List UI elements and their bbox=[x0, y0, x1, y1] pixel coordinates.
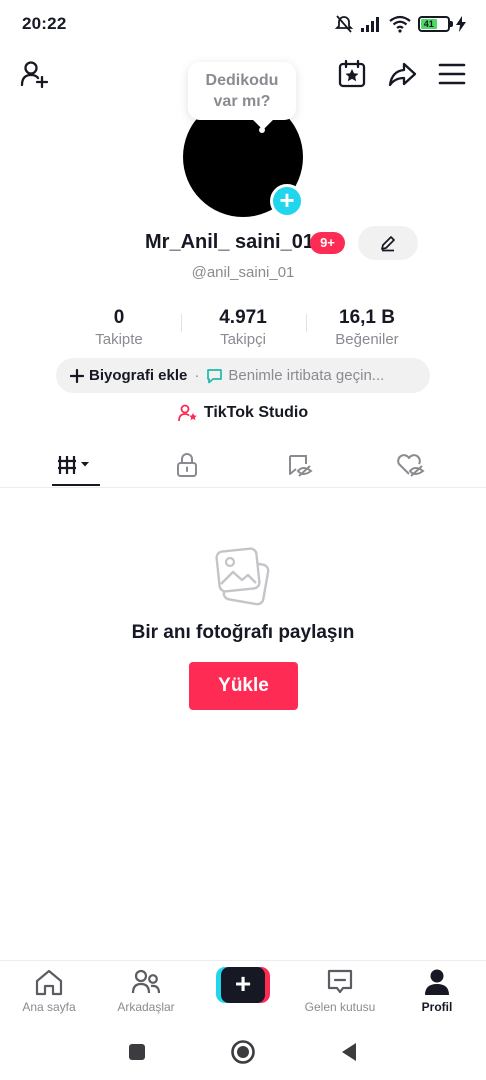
stat-label: Takipçi bbox=[220, 331, 266, 348]
menu-icon bbox=[438, 63, 466, 85]
inbox-icon bbox=[327, 969, 353, 994]
back-triangle-icon bbox=[342, 1043, 356, 1061]
system-nav-bar bbox=[0, 1024, 486, 1080]
battery-icon: 41 bbox=[418, 16, 453, 32]
plus-icon: + bbox=[279, 185, 295, 215]
mute-icon bbox=[334, 15, 354, 33]
share-profile-button[interactable] bbox=[386, 58, 418, 90]
nav-label: Arkadaşlar bbox=[117, 1000, 175, 1014]
creator-calendar-button[interactable] bbox=[336, 58, 368, 90]
charging-icon bbox=[456, 16, 466, 32]
stat-label: Beğeniler bbox=[335, 331, 399, 348]
grid-icon bbox=[58, 456, 89, 474]
tab-liked[interactable] bbox=[380, 448, 440, 482]
nav-home[interactable]: Ana sayfa bbox=[4, 967, 94, 1014]
add-friend-icon bbox=[20, 61, 49, 89]
nav-label: Profil bbox=[421, 1000, 453, 1014]
status-bar: 20:22 41 bbox=[0, 0, 486, 48]
stat-value: 16,1 B bbox=[339, 307, 395, 328]
create-button[interactable]: + bbox=[216, 967, 270, 1003]
nav-friends[interactable]: Arkadaşlar bbox=[101, 967, 191, 1014]
contact-label: Benimle irtibata geçin... bbox=[228, 367, 385, 384]
calendar-star-icon bbox=[338, 59, 366, 88]
chat-bubble-icon bbox=[207, 368, 223, 383]
share-icon bbox=[388, 62, 417, 87]
tab-reposts[interactable] bbox=[270, 448, 330, 482]
status-icons: 41 bbox=[334, 12, 466, 36]
recents-button[interactable] bbox=[123, 1038, 151, 1066]
add-bio-label: Biyografi ekle bbox=[89, 367, 188, 384]
bio-pill: Biyografi ekle · Benimle irtibata geçin.… bbox=[56, 358, 430, 393]
tab-private[interactable] bbox=[157, 448, 217, 482]
tiktok-studio-link[interactable]: TikTok Studio bbox=[0, 404, 486, 422]
repost-icon bbox=[289, 455, 313, 477]
home-icon bbox=[35, 969, 63, 996]
stat-value: 0 bbox=[113, 307, 125, 328]
circle-icon bbox=[231, 1040, 255, 1064]
content-tabs bbox=[0, 444, 486, 488]
active-tab-indicator bbox=[52, 484, 100, 486]
status-time: 20:22 bbox=[22, 14, 67, 33]
photo-icon bbox=[215, 547, 270, 606]
stat-value: 4.971 bbox=[219, 307, 267, 328]
stat-following[interactable]: 0 Takipte bbox=[54, 306, 184, 350]
person-star-icon bbox=[177, 404, 197, 422]
username: @anil_saini_01 bbox=[191, 264, 295, 281]
nav-profile[interactable]: Profil bbox=[392, 967, 482, 1014]
bio-separator: · bbox=[194, 367, 200, 384]
tab-videos[interactable] bbox=[46, 448, 106, 482]
edit-profile-button[interactable] bbox=[358, 226, 418, 260]
plus-icon bbox=[70, 368, 84, 383]
wifi-icon bbox=[389, 15, 411, 33]
status-note-bubble[interactable]: Dedikodu var mı? bbox=[188, 62, 296, 120]
nav-label: Gelen kutusu bbox=[304, 1000, 376, 1014]
profile-icon bbox=[425, 969, 449, 995]
add-photo-button[interactable]: + bbox=[270, 184, 304, 218]
create-plus-icon: + bbox=[221, 967, 265, 1003]
bubble-text-line1: Dedikodu bbox=[205, 72, 279, 89]
contact-button[interactable]: Benimle irtibata geçin... bbox=[206, 367, 384, 384]
studio-label: TikTok Studio bbox=[203, 404, 309, 421]
nav-inbox[interactable]: Gelen kutusu bbox=[295, 967, 385, 1014]
nav-label: Ana sayfa bbox=[22, 1000, 76, 1014]
stat-label: Takipte bbox=[95, 331, 143, 348]
bubble-text-line2: var mı? bbox=[213, 93, 271, 110]
add-bio-button[interactable]: Biyografi ekle bbox=[70, 367, 187, 384]
stat-followers[interactable]: 4.971 Takipçi bbox=[178, 306, 308, 350]
add-friend-button[interactable] bbox=[18, 58, 50, 90]
back-button[interactable] bbox=[335, 1038, 363, 1066]
notification-badge[interactable]: 9+ bbox=[310, 232, 345, 254]
display-name: Mr_Anil_ saini_01 bbox=[145, 231, 314, 253]
battery-level: 41 bbox=[421, 19, 437, 29]
stat-likes[interactable]: 16,1 B Beğeniler bbox=[302, 306, 432, 350]
lock-icon bbox=[177, 453, 197, 477]
upload-button[interactable]: Yükle bbox=[189, 662, 298, 710]
empty-state-title: Bir anı fotoğrafı paylaşın bbox=[131, 622, 355, 643]
signal-icon bbox=[361, 17, 379, 32]
liked-hidden-icon bbox=[397, 454, 425, 477]
pencil-icon bbox=[381, 236, 395, 252]
friends-icon bbox=[131, 969, 161, 994]
home-system-button[interactable] bbox=[229, 1038, 257, 1066]
square-icon bbox=[129, 1044, 145, 1060]
menu-button[interactable] bbox=[436, 58, 468, 90]
